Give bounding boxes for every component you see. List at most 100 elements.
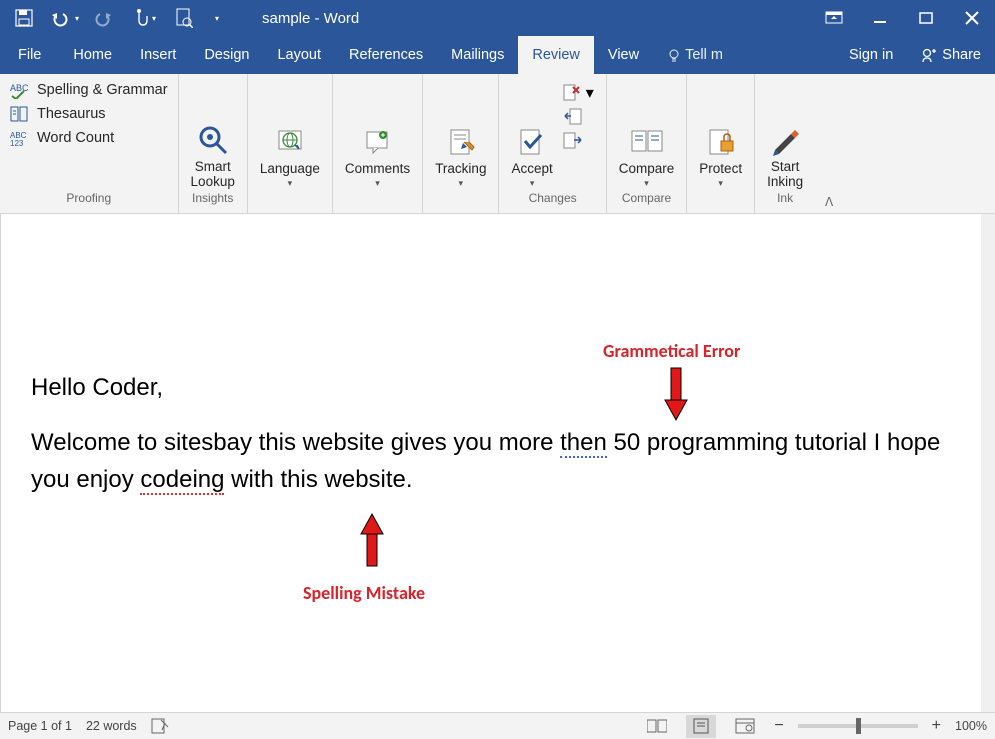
reject-button[interactable]: ▾ [561,82,596,104]
document-area[interactable]: Hello Coder, Welcome to sitesbay this we… [0,214,995,712]
tab-file[interactable]: File [0,36,59,74]
word-count-label: Word Count [37,130,114,146]
read-mode-button[interactable] [642,715,672,738]
quick-access-toolbar: ▾ ▾ ▾ [0,0,232,36]
close-button[interactable] [949,0,995,36]
customize-qat-button[interactable]: ▾ [206,0,226,36]
tab-layout[interactable]: Layout [263,36,335,74]
magnify-icon [196,123,230,157]
share-button[interactable]: Share [907,36,995,74]
maximize-icon [919,11,933,25]
bulb-icon [667,48,681,62]
protect-button[interactable]: Protect ▾ [693,78,748,191]
word-count-indicator[interactable]: 22 words [86,719,137,733]
ribbon-display-icon [825,11,843,25]
next-change-button[interactable] [561,130,596,152]
ribbon-display-button[interactable] [811,0,857,36]
compare-button[interactable]: Compare ▾ [613,78,681,191]
tab-references[interactable]: References [335,36,437,74]
doc-text: Welcome to sitesbay this website gives y… [31,429,560,456]
pen-icon [769,124,801,156]
tab-mailings[interactable]: Mailings [437,36,518,74]
zoom-slider[interactable] [798,724,918,728]
save-button[interactable] [6,0,42,36]
read-mode-icon [647,719,667,733]
tracking-button[interactable]: Tracking ▾ [429,78,492,191]
spelling-icon: ABC [10,81,32,99]
document-page: Hello Coder, Welcome to sitesbay this we… [1,214,981,499]
reject-icon [563,83,583,103]
compare-label: Compare [619,161,675,176]
arrow-down-icon [661,366,691,422]
smart-lookup-button[interactable]: Smart Lookup [185,78,241,191]
print-layout-button[interactable] [686,715,716,738]
start-inking-button[interactable]: Start Inking [761,78,809,191]
proofing-status-icon[interactable] [151,718,169,734]
chevron-down-icon: ▾ [375,178,380,189]
spelling-error-word[interactable]: codeing [140,466,224,495]
smart-lookup-label: Smart Lookup [191,159,235,189]
maximize-button[interactable] [903,0,949,36]
wordcount-icon: ABC123 [10,129,32,147]
tab-insert[interactable]: Insert [126,36,190,74]
thesaurus-icon [10,105,32,123]
annotation-grammar-label: Grammetical Error [603,340,740,362]
title-bar: ▾ ▾ ▾ sample - Word [0,0,995,36]
accept-button[interactable]: Accept ▾ [505,78,558,191]
tab-review[interactable]: Review [518,36,594,74]
thesaurus-button[interactable]: Thesaurus [6,105,172,123]
chevron-down-icon: ▾ [152,14,156,23]
touch-mode-button[interactable]: ▾ [126,0,162,36]
ribbon: ABC Spelling & Grammar Thesaurus ABC123 … [0,74,995,214]
ribbon-tabs: File Home Insert Design Layout Reference… [0,36,995,74]
collapse-ribbon-button[interactable]: ᐱ [815,74,843,213]
tell-me-label: Tell m [685,47,723,63]
spelling-grammar-label: Spelling & Grammar [37,82,168,98]
tab-view[interactable]: View [594,36,653,74]
protect-icon [706,127,736,157]
globe-icon [275,127,305,157]
group-ink: Start Inking Ink [755,74,815,213]
save-icon [15,9,33,27]
share-icon [921,47,937,63]
protect-label: Protect [699,161,742,176]
group-ink-label: Ink [755,191,815,213]
touch-icon [132,8,150,28]
web-layout-icon [735,718,755,734]
chevron-down-icon: ▾ [288,178,293,189]
accept-icon [517,127,547,157]
doc-paragraph[interactable]: Welcome to sitesbay this website gives y… [31,424,961,498]
grammar-error-word[interactable]: then [560,429,607,458]
zoom-level[interactable]: 100% [955,719,987,733]
sign-in-button[interactable]: Sign in [835,36,907,74]
tab-design[interactable]: Design [190,36,263,74]
minimize-button[interactable] [857,0,903,36]
arrow-up-icon [357,512,387,568]
page-indicator[interactable]: Page 1 of 1 [8,719,72,733]
web-layout-button[interactable] [730,715,760,738]
print-preview-button[interactable] [166,0,202,36]
group-language: Language ▾ [248,74,333,213]
group-compare: Compare ▾ Compare [607,74,688,213]
zoom-in-button[interactable]: + [932,717,941,735]
tell-me[interactable]: Tell m [653,36,737,74]
svg-text:ABC: ABC [10,83,29,93]
group-proofing: ABC Spelling & Grammar Thesaurus ABC123 … [0,74,179,213]
redo-button[interactable] [86,0,122,36]
doc-greeting[interactable]: Hello Coder, [31,369,961,406]
redo-icon [95,9,113,27]
page-magnify-icon [175,8,193,28]
zoom-slider-thumb[interactable] [856,718,861,734]
next-icon [563,131,583,151]
undo-button[interactable]: ▾ [46,0,82,36]
word-count-button[interactable]: ABC123 Word Count [6,129,172,147]
tab-home[interactable]: Home [59,36,126,74]
spelling-grammar-button[interactable]: ABC Spelling & Grammar [6,81,172,99]
comments-button[interactable]: Comments ▾ [339,78,416,191]
share-label: Share [942,47,981,63]
scrollbar-thumb[interactable] [983,214,993,274]
inking-label: Start Inking [767,159,803,189]
previous-change-button[interactable] [561,106,596,128]
zoom-out-button[interactable]: − [774,717,783,735]
language-button[interactable]: Language ▾ [254,78,326,191]
